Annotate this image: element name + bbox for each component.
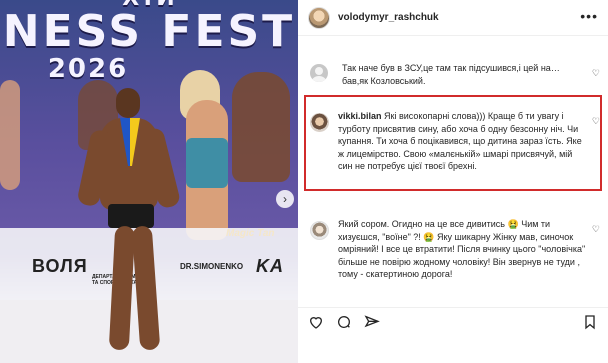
commenter-avatar[interactable]	[310, 113, 329, 132]
share-icon[interactable]	[364, 314, 380, 330]
model-bikini	[186, 138, 228, 188]
post-photo: ХТИ NESS FEST 2026 ВОЛЯ ДЕПАРТАМЕНТ МОЛО…	[0, 0, 298, 363]
comment-author[interactable]: vikki.bilan	[338, 111, 382, 121]
sponsor-simonenko: DR.SIMONENKO	[180, 262, 244, 271]
bookmark-icon[interactable]	[582, 314, 598, 330]
comment-icon[interactable]	[336, 314, 352, 330]
banner-title: NESS FEST	[2, 6, 296, 57]
author-avatar[interactable]	[308, 7, 330, 29]
photo-next-arrow-icon[interactable]: ›	[276, 190, 294, 208]
commenter-avatar[interactable]	[310, 221, 329, 240]
poster-figure-right	[232, 72, 290, 182]
heart-icon[interactable]: ♡	[592, 68, 600, 79]
heart-icon[interactable]	[308, 314, 324, 330]
athlete-trunks	[108, 204, 154, 228]
banner-year: 2026	[47, 54, 129, 84]
comments-panel: volodymyr_rashchuk ••• Так наче був в ЗС…	[298, 0, 608, 363]
default-avatar-icon[interactable]	[310, 64, 328, 82]
poster-figure-far-left	[0, 80, 20, 190]
sponsor-volya: ВОЛЯ	[32, 256, 88, 276]
comment-text: Який сором. Огидно на це все дивитись 🤮 …	[338, 219, 586, 279]
heart-icon[interactable]: ♡	[592, 116, 600, 127]
post-actions-bar	[298, 307, 608, 335]
author-username[interactable]: volodymyr_rashchuk	[338, 12, 439, 23]
heart-icon[interactable]: ♡	[592, 224, 600, 235]
more-horizontal-icon[interactable]: •••	[580, 8, 598, 24]
comment-text: Так наче був в ЗСУ,це там так підсушився…	[342, 63, 560, 86]
athlete-head	[116, 88, 140, 118]
comment-body: vikki.bilan Які високопарні слова))) Кра…	[338, 110, 588, 173]
sponsor-ka: KA	[256, 256, 284, 276]
post-header: volodymyr_rashchuk •••	[298, 0, 608, 36]
sponsor-magic-tan: Magic Tan	[226, 228, 275, 239]
